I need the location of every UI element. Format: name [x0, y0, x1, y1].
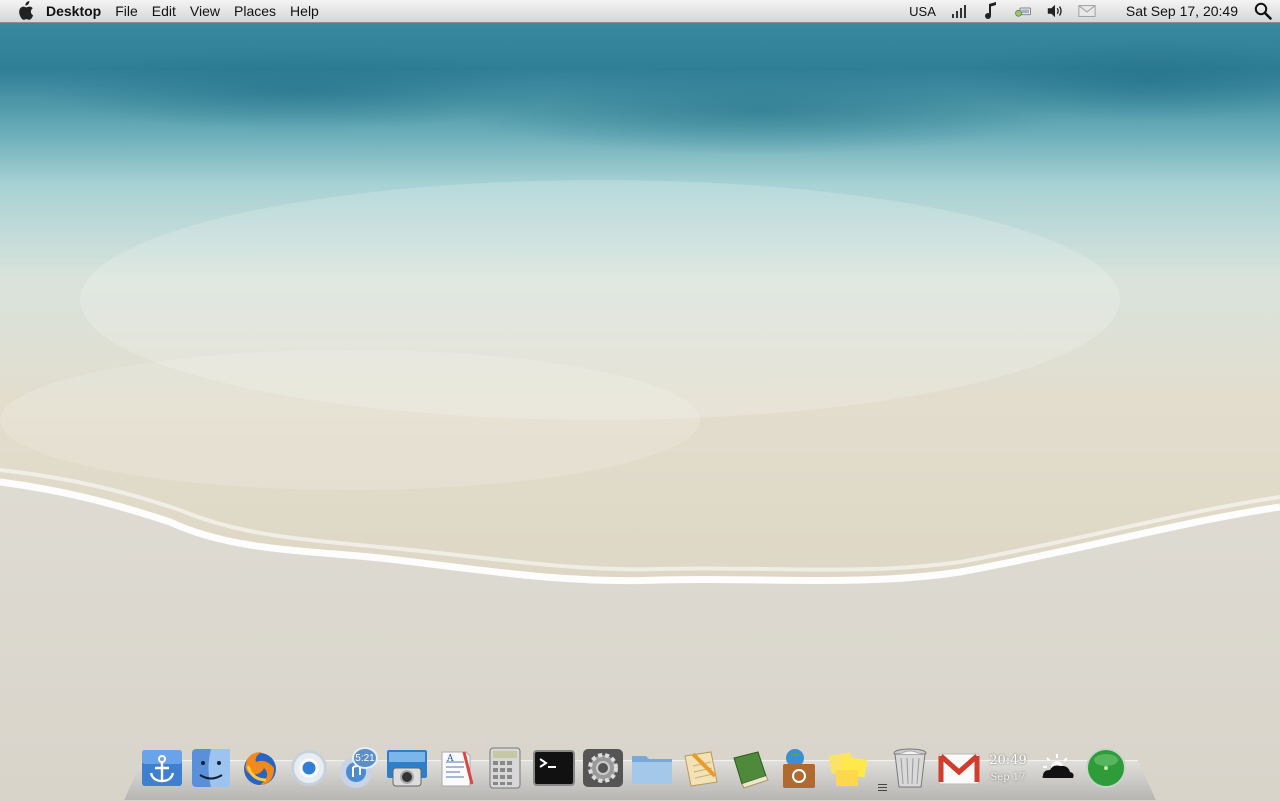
music-note-icon[interactable] [982, 2, 1000, 20]
weather-cloud-icon[interactable] [1035, 746, 1079, 790]
apple-menu-icon[interactable] [14, 0, 36, 22]
clock-widget-date: Sep 17 [990, 772, 1026, 783]
volume-icon[interactable] [1046, 2, 1064, 20]
system-tray: USA Sat Sep 17, 20:49 [909, 2, 1272, 20]
top-menu-bar: Desktop File Edit View Places Help USA S… [0, 0, 1280, 23]
chrome-icon[interactable] [287, 746, 331, 790]
dock: 5:21 A 20:49 Sep 17 [140, 740, 1140, 790]
terminal-icon[interactable] [532, 746, 576, 790]
clock-widget[interactable]: 20:49 Sep 17 [986, 746, 1030, 790]
dock-separator [875, 750, 887, 790]
menu-view[interactable]: View [190, 3, 220, 19]
finder-icon[interactable] [189, 746, 233, 790]
gmail-icon[interactable] [937, 746, 981, 790]
anchor-app-icon[interactable] [140, 746, 184, 790]
firefox-icon[interactable] [238, 746, 282, 790]
mail-envelope-icon[interactable] [1078, 2, 1096, 20]
menu-help[interactable]: Help [290, 3, 319, 19]
menu-edit[interactable]: Edit [152, 3, 176, 19]
screenshot-camera-icon[interactable] [385, 746, 429, 790]
signal-bars-icon[interactable] [950, 2, 968, 20]
sticky-notes-icon[interactable] [826, 746, 870, 790]
trash-icon[interactable] [888, 746, 932, 790]
active-app-name[interactable]: Desktop [46, 3, 101, 19]
text-editor-icon[interactable]: A [434, 746, 478, 790]
svg-text:A: A [446, 754, 454, 764]
beach-wallpaper [0, 0, 1280, 800]
menu-file[interactable]: File [115, 3, 138, 19]
keyboard-layout-indicator[interactable]: USA [909, 4, 936, 19]
ubuntu-software-box-icon[interactable] [777, 746, 821, 790]
clock-widget-time: 20:49 [989, 753, 1027, 768]
menubar-clock[interactable]: Sat Sep 17, 20:49 [1126, 3, 1238, 19]
system-preferences-icon[interactable] [581, 746, 625, 790]
folder-icon[interactable] [630, 746, 674, 790]
calculator-icon[interactable] [483, 746, 527, 790]
itunes-time-badge: 5:21 [352, 747, 378, 769]
network-icon[interactable] [1014, 2, 1032, 20]
green-orb-icon[interactable] [1084, 746, 1128, 790]
itunes-clock-icon[interactable]: 5:21 [336, 746, 380, 790]
menu-places[interactable]: Places [234, 3, 276, 19]
book-icon[interactable] [728, 746, 772, 790]
notes-pencil-icon[interactable] [679, 746, 723, 790]
search-icon[interactable] [1254, 2, 1272, 20]
